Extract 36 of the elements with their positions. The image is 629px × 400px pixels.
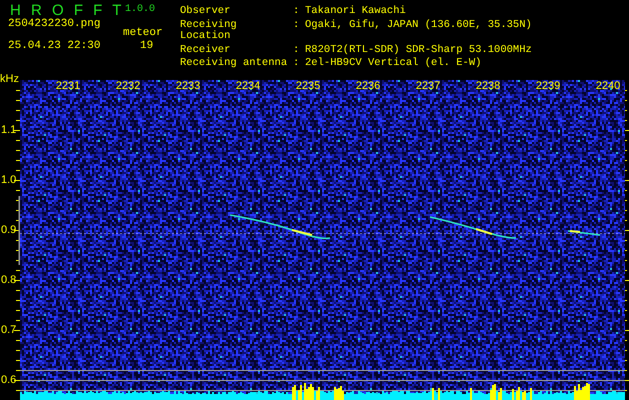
time-tick-label: 2231 (56, 80, 80, 92)
app-title: H R O F F T (10, 2, 124, 19)
info-value: 2el-HB9CV Vertical (el. E-W) (305, 58, 482, 72)
info-value: R820T2(RTL-SDR) SDR-Sharp 53.1000MHz (305, 44, 532, 57)
info-value: Takanori Kawachi (305, 6, 407, 19)
info-separator: : (293, 58, 300, 72)
time-tick-label: 2232 (116, 80, 140, 92)
time-tick-label: 2233 (176, 80, 200, 92)
info-label: Receiving Location (180, 20, 238, 44)
time-tick-label: 2240 (596, 80, 620, 92)
version-label: 1.0.0 (125, 4, 156, 15)
frequency-tick-label: 0.7 (1, 324, 16, 336)
info-label: Observer (180, 6, 232, 19)
info-label: Receiving antenna (180, 58, 288, 72)
info-label: Receiver (180, 44, 232, 57)
frequency-tick-label: 1.0 (1, 174, 16, 186)
time-tick-label: 2238 (476, 80, 500, 92)
time-tick-label: 2237 (416, 80, 440, 92)
time-tick-label: 2236 (356, 80, 380, 92)
time-tick-label: 2234 (236, 80, 260, 92)
time-tick-label: 2239 (536, 80, 560, 92)
frequency-unit-label: kHz (0, 73, 19, 85)
info-separator: : (293, 6, 300, 19)
time-tick-label: 2235 (296, 80, 320, 92)
marker-line (18, 196, 20, 265)
filename-label: 2504232230.png (8, 18, 100, 30)
frequency-tick-label: 0.6 (1, 374, 16, 386)
datetime-label: 25.04.23 22:30 (8, 40, 100, 52)
info-separator: : (293, 20, 300, 33)
frequency-tick-label: 0.8 (1, 274, 16, 286)
detection-count: 19 (140, 40, 154, 52)
info-value: Ogaki, Gifu, JAPAN (136.60E, 35.35N) (305, 20, 532, 33)
frequency-tick-label: 0.9 (1, 224, 16, 236)
detection-label: meteor (123, 27, 163, 39)
info-separator: : (293, 44, 300, 58)
frequency-tick-label: 1.1 (1, 124, 16, 136)
